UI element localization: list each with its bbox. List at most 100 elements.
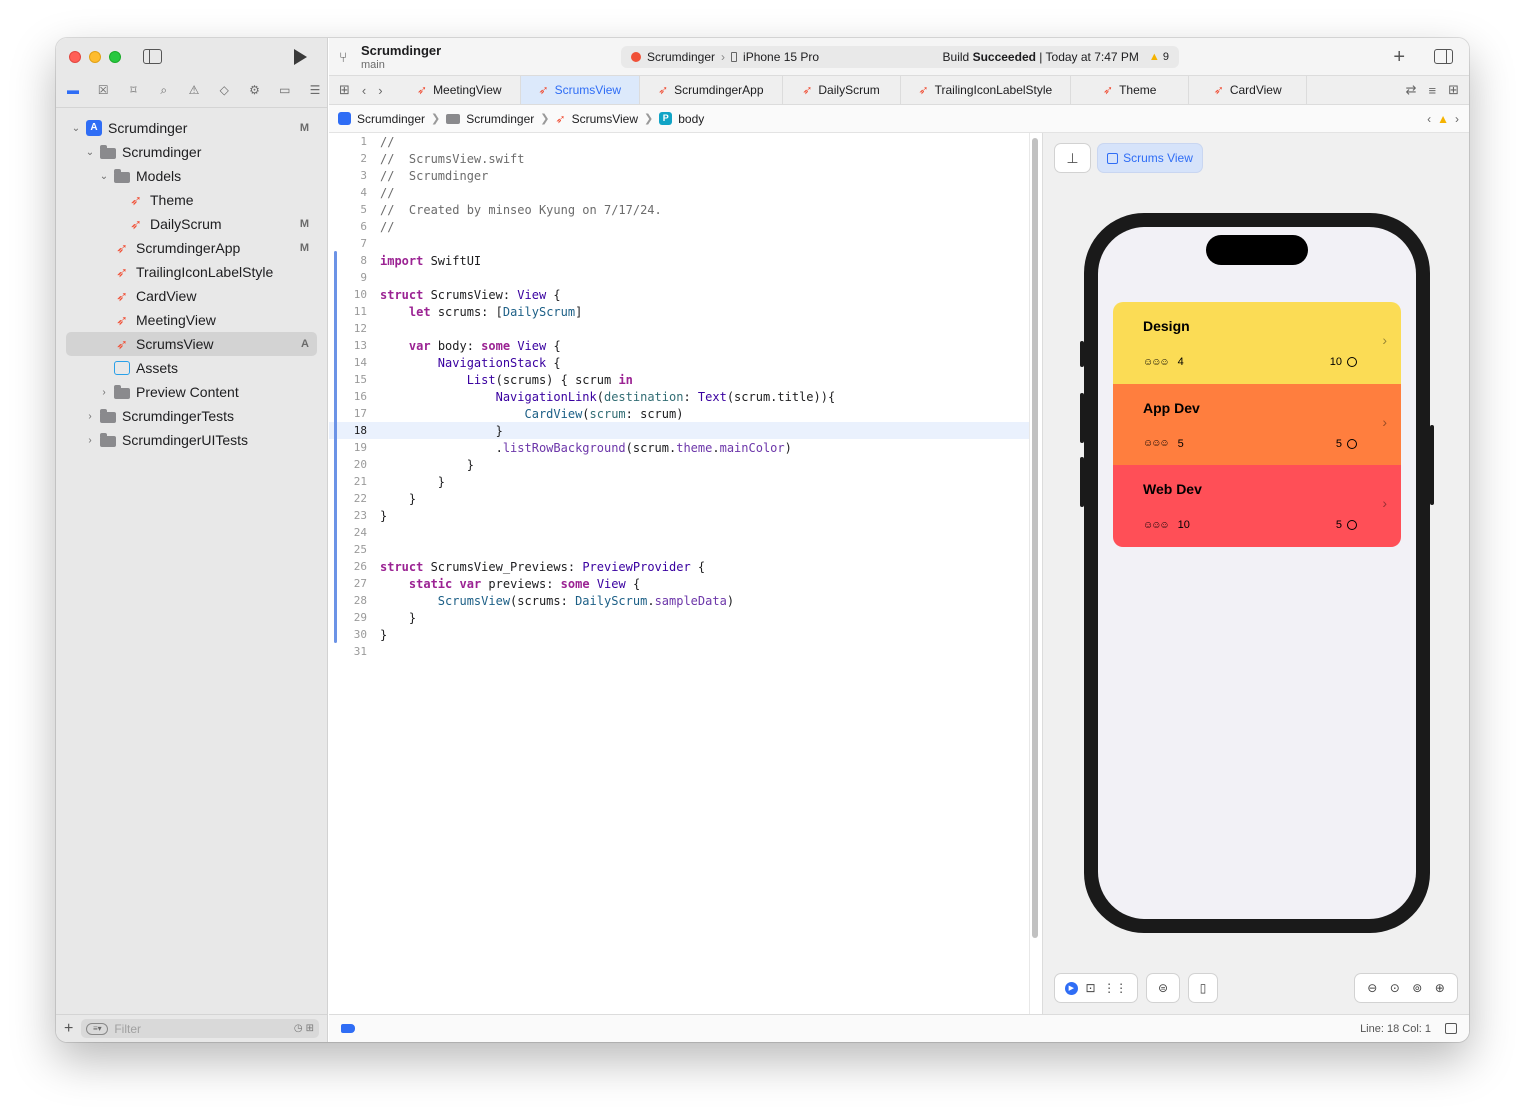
tree-item[interactable]: ➶ DailyScrum M bbox=[66, 212, 317, 236]
chevron-down-icon[interactable]: ⌄ bbox=[98, 171, 110, 182]
forward-arrow-icon[interactable]: › bbox=[378, 83, 382, 98]
source-control-filter-icon[interactable]: ⊞ bbox=[306, 1023, 314, 1034]
filter-options-icon[interactable]: ≡▾ bbox=[86, 1022, 109, 1035]
tree-item[interactable]: ⌄ Scrumdinger bbox=[66, 140, 317, 164]
code-line[interactable]: 8 import SwiftUI bbox=[329, 252, 1029, 269]
tree-item[interactable]: ➶ TrailingIconLabelStyle bbox=[66, 260, 317, 284]
editor-tab[interactable]: ➶ Theme bbox=[1071, 76, 1190, 104]
chevron-right-icon[interactable]: › bbox=[98, 387, 110, 398]
tree-item[interactable]: ➶ ScrumsView A bbox=[66, 332, 317, 356]
code-line[interactable]: 29 } bbox=[329, 609, 1029, 626]
tree-item[interactable]: › ScrumdingerUITests bbox=[66, 428, 317, 452]
code-line[interactable]: 7 bbox=[329, 235, 1029, 252]
scrollbar-thumb[interactable] bbox=[1032, 138, 1038, 938]
debug-area-tag-icon[interactable] bbox=[341, 1024, 355, 1033]
breadcrumb-symbol[interactable]: body bbox=[678, 112, 704, 126]
next-issue-icon[interactable]: › bbox=[1455, 112, 1459, 126]
code-line[interactable]: 13 var body: some View { bbox=[329, 337, 1029, 354]
inspector-toggle-icon[interactable] bbox=[1434, 49, 1453, 64]
zoom-in-icon[interactable]: ⊕ bbox=[1435, 981, 1445, 995]
tree-item[interactable]: ➶ Theme bbox=[66, 188, 317, 212]
scheme-selector[interactable]: Scrumdinger bbox=[647, 50, 715, 64]
pin-icon[interactable]: ⊥ bbox=[1055, 144, 1090, 172]
editor-options-icon[interactable]: ≡ bbox=[1429, 83, 1437, 98]
code-line[interactable]: 1 // bbox=[329, 133, 1029, 150]
breadcrumb-file[interactable]: ScrumsView bbox=[572, 112, 638, 126]
editor-tab[interactable]: ➶ MeetingView bbox=[399, 76, 521, 104]
breadcrumb-project[interactable]: Scrumdinger bbox=[357, 112, 425, 126]
tree-item[interactable]: ⌄ Models bbox=[66, 164, 317, 188]
close-window-button[interactable] bbox=[69, 51, 81, 63]
sidebar-toggle-icon[interactable] bbox=[143, 49, 162, 64]
code-line[interactable]: 3 // Scrumdinger bbox=[329, 167, 1029, 184]
code-line[interactable]: 18 } bbox=[329, 422, 1029, 439]
code-line[interactable]: 9 bbox=[329, 269, 1029, 286]
zoom-window-button[interactable] bbox=[109, 51, 121, 63]
preview-tab[interactable]: Scrums View bbox=[1098, 144, 1202, 172]
tree-item[interactable]: Assets bbox=[66, 356, 317, 380]
run-destination-selector[interactable]: iPhone 15 Pro bbox=[743, 50, 819, 64]
add-file-button[interactable]: + bbox=[64, 1020, 73, 1038]
code-line[interactable]: 19 .listRowBackground(scrum.theme.mainCo… bbox=[329, 439, 1029, 456]
code-line[interactable]: 27 static var previews: some View { bbox=[329, 575, 1029, 592]
add-editor-icon[interactable]: ⊞ bbox=[1448, 82, 1459, 98]
code-line[interactable]: 30} bbox=[329, 626, 1029, 643]
editor-tab[interactable]: ➶ TrailingIconLabelStyle bbox=[901, 76, 1072, 104]
find-navigator-icon[interactable]: ⌕ bbox=[156, 82, 172, 98]
chevron-right-icon[interactable]: › bbox=[84, 411, 96, 422]
code-line[interactable]: 14 NavigationStack { bbox=[329, 354, 1029, 371]
tree-item[interactable]: ➶ CardView bbox=[66, 284, 317, 308]
related-items-icon[interactable]: ⇄ bbox=[1406, 82, 1417, 98]
run-button[interactable] bbox=[294, 49, 307, 65]
device-screen[interactable]: Design ☺☺☺ 4 10 › App Dev ☺☺☺ 5 5 › Web Dev ☺☺☺ 10 5 › bbox=[1098, 227, 1416, 919]
tree-item[interactable]: › ScrumdingerTests bbox=[66, 404, 317, 428]
scrum-card[interactable]: App Dev ☺☺☺ 5 5 › bbox=[1113, 383, 1401, 466]
tree-item[interactable]: ➶ MeetingView bbox=[66, 308, 317, 332]
filter-field[interactable]: ≡▾ Filter ◷ ⊞ bbox=[81, 1019, 319, 1038]
branch-name[interactable]: main bbox=[361, 59, 385, 71]
code-line[interactable]: 11 let scrums: [DailyScrum] bbox=[329, 303, 1029, 320]
issue-navigator-icon[interactable]: ⚠ bbox=[186, 82, 202, 98]
tree-item[interactable]: › Preview Content bbox=[66, 380, 317, 404]
code-line[interactable]: 21 } bbox=[329, 473, 1029, 490]
code-line[interactable]: 12 bbox=[329, 320, 1029, 337]
scrum-card[interactable]: Web Dev ☺☺☺ 10 5 › bbox=[1113, 465, 1401, 547]
variants-icon[interactable]: ⋮⋮ bbox=[1103, 981, 1127, 995]
chevron-right-icon[interactable]: › bbox=[84, 435, 96, 446]
debug-navigator-icon[interactable]: ⚙ bbox=[247, 82, 263, 98]
editor-tab[interactable]: ➶ ScrumdingerApp bbox=[640, 76, 783, 104]
scrum-card[interactable]: Design ☺☺☺ 4 10 › bbox=[1113, 302, 1401, 384]
live-mode-icon[interactable]: ▶ bbox=[1064, 981, 1078, 995]
breadcrumb-folder[interactable]: Scrumdinger bbox=[466, 112, 534, 126]
debug-area-toggle-icon[interactable] bbox=[1445, 1023, 1457, 1034]
code-line[interactable]: 23} bbox=[329, 507, 1029, 524]
code-line[interactable]: 5 // Created by minseo Kyung on 7/17/24. bbox=[329, 201, 1029, 218]
chevron-down-icon[interactable]: ⌄ bbox=[70, 123, 82, 134]
code-line[interactable]: 28 ScrumsView(scrums: DailyScrum.sampleD… bbox=[329, 592, 1029, 609]
breakpoint-navigator-icon[interactable]: ▭ bbox=[277, 82, 293, 98]
code-line[interactable]: 17 CardView(scrum: scrum) bbox=[329, 405, 1029, 422]
zoom-fit-icon[interactable]: ⊚ bbox=[1412, 981, 1422, 995]
project-navigator-icon[interactable]: ▬ bbox=[65, 82, 81, 98]
back-arrow-icon[interactable]: ‹ bbox=[362, 83, 366, 98]
code-line[interactable]: 2 // ScrumsView.swift bbox=[329, 150, 1029, 167]
source-control-navigator-icon[interactable]: ☒ bbox=[95, 82, 111, 98]
code-line[interactable]: 10 struct ScrumsView: View { bbox=[329, 286, 1029, 303]
recent-files-icon[interactable]: ◷ bbox=[294, 1023, 303, 1034]
device-selector-button[interactable]: ▯ bbox=[1189, 974, 1217, 1002]
source-editor[interactable]: 1 // 2 // ScrumsView.swift 3 // Scrumdinger 4 /… bbox=[329, 133, 1029, 1014]
device-settings-button[interactable]: ⊜ bbox=[1147, 974, 1179, 1002]
minimize-window-button[interactable] bbox=[89, 51, 101, 63]
bookmark-navigator-icon[interactable]: ⌑ bbox=[126, 82, 142, 98]
tree-item[interactable]: ➶ ScrumdingerApp M bbox=[66, 236, 317, 260]
editor-tab[interactable]: ➶ DailyScrum bbox=[783, 76, 901, 104]
tree-item[interactable]: ⌄ A Scrumdinger M bbox=[66, 116, 317, 140]
code-line[interactable]: 20 } bbox=[329, 456, 1029, 473]
code-line[interactable]: 16 NavigationLink(destination: Text(scru… bbox=[329, 388, 1029, 405]
code-line[interactable]: 6 // bbox=[329, 218, 1029, 235]
zoom-100-icon[interactable]: ⊙ bbox=[1390, 981, 1400, 995]
warnings-indicator[interactable]: ▲ 9 bbox=[1149, 51, 1169, 63]
library-add-button[interactable]: + bbox=[1393, 46, 1405, 69]
editor-tab[interactable]: ➶ CardView bbox=[1189, 76, 1308, 104]
editor-scrollbar[interactable] bbox=[1029, 133, 1041, 1014]
